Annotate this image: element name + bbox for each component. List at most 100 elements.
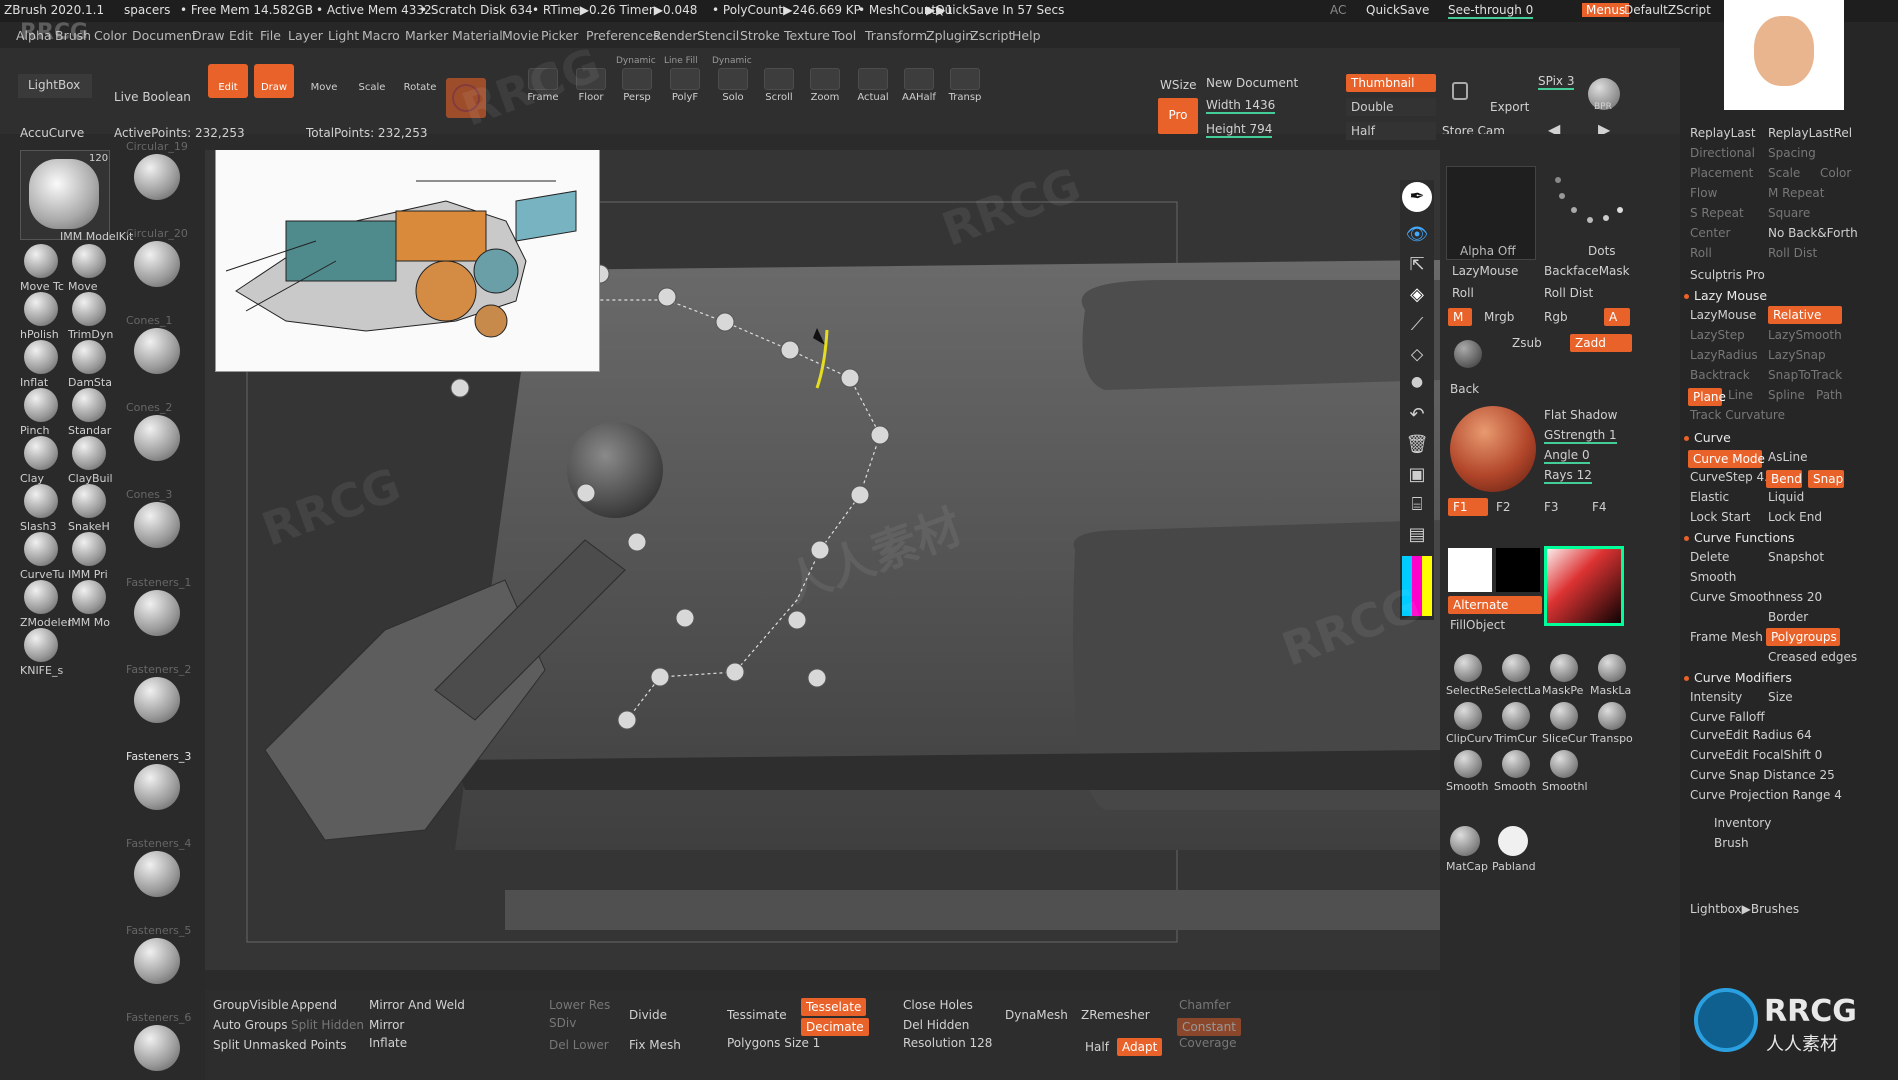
geometry-mirror-weld[interactable]: Mirror And Weld <box>369 998 465 1012</box>
stroke-line[interactable]: Line <box>1728 388 1753 402</box>
stroke-m-repeat[interactable]: M Repeat <box>1768 186 1824 200</box>
live-boolean-button[interactable]: Live Boolean <box>114 90 191 104</box>
brush-thumb-4[interactable] <box>72 292 106 326</box>
stroke-sculptris-pro[interactable]: Sculptris Pro <box>1690 268 1765 282</box>
geometry-dynamesh[interactable]: DynaMesh <box>1005 1008 1068 1022</box>
stroke-placement[interactable]: Placement <box>1690 166 1753 180</box>
zadd-button[interactable]: Zadd <box>1570 334 1632 352</box>
brush-thumb-10[interactable] <box>72 436 106 470</box>
menu-macro[interactable]: Macro <box>362 28 400 43</box>
eraser-icon[interactable]: ◈ <box>1402 284 1432 310</box>
option-icon-0-0[interactable] <box>1454 654 1482 682</box>
pro-button[interactable]: Pro <box>1158 98 1198 134</box>
curve-point-17[interactable] <box>627 532 647 552</box>
stroke-lazymouse[interactable]: LazyMouse <box>1690 308 1756 322</box>
matcap-icon[interactable] <box>1450 826 1480 856</box>
color-picker[interactable] <box>1544 546 1624 626</box>
geometry-split-hidden[interactable]: Split Hidden <box>291 1018 364 1032</box>
curve-point-6[interactable] <box>840 368 860 388</box>
geometry-sdiv[interactable]: SDiv <box>549 1016 576 1030</box>
option-icon-0-2[interactable] <box>1550 654 1578 682</box>
geometry-half[interactable]: Half <box>1085 1040 1109 1054</box>
stroke-intensity[interactable]: Intensity <box>1690 690 1742 704</box>
menu-texture[interactable]: Texture <box>784 28 830 43</box>
see-through-slider[interactable]: See-through 0 <box>1448 3 1534 19</box>
stroke-bend[interactable]: Bend <box>1766 470 1802 488</box>
geometry-tessimate[interactable]: Tessimate <box>727 1008 787 1022</box>
menu-render[interactable]: Render <box>653 28 698 43</box>
pen-tip-icon[interactable]: ✒ <box>1402 182 1432 212</box>
stroke-square[interactable]: Square <box>1768 206 1810 220</box>
insert-mesh-thumb-9[interactable] <box>134 850 180 897</box>
geometry-zremesher[interactable]: ZRemesher <box>1081 1008 1150 1022</box>
option-icon-1-1[interactable] <box>1502 702 1530 730</box>
brush-thumb-8[interactable] <box>72 388 106 422</box>
option-icon-2-0[interactable] <box>1454 750 1482 778</box>
stroke-lazysnap[interactable]: LazySnap <box>1768 348 1826 362</box>
tool-edit-button[interactable]: Edit <box>208 64 248 98</box>
stroke-backtrack[interactable]: Backtrack <box>1690 368 1750 382</box>
fillobject-button[interactable]: FillObject <box>1450 618 1505 632</box>
stroke-lazystep[interactable]: LazyStep <box>1690 328 1745 342</box>
stroke-lazyradius[interactable]: LazyRadius <box>1690 348 1758 362</box>
menu-preferences[interactable]: Preferences <box>586 28 660 43</box>
insert-mesh-thumb-1[interactable] <box>134 154 180 200</box>
insert-mesh-thumb-2[interactable] <box>134 241 180 288</box>
stroke-curve-snap-distance[interactable]: Curve Snap Distance 25 <box>1690 768 1835 782</box>
brush-thumb-11[interactable] <box>24 484 58 518</box>
height-slider[interactable]: Height 794 <box>1206 122 1273 138</box>
brush-thumb-17[interactable] <box>24 628 58 662</box>
stroke-plane[interactable]: Plane <box>1688 388 1726 406</box>
insert-mesh-thumb-6[interactable] <box>134 589 180 636</box>
geometry-append[interactable]: Append <box>291 998 337 1012</box>
curve-point-5[interactable] <box>780 340 800 360</box>
material-sphere-icon[interactable] <box>1450 406 1536 492</box>
rgb-button[interactable]: Rgb <box>1544 310 1568 324</box>
brush-thumb-6[interactable] <box>72 340 106 374</box>
insert-mesh-thumb-3[interactable] <box>134 328 180 375</box>
geometry-split-unmasked[interactable]: Split Unmasked Points <box>213 1038 347 1052</box>
tag-icon[interactable]: ⬦ <box>1402 344 1432 370</box>
stroke-lock-end[interactable]: Lock End <box>1768 510 1822 524</box>
stroke-replaylastrel[interactable]: ReplayLastRel <box>1768 126 1852 140</box>
menu-help[interactable]: Help <box>1012 28 1041 43</box>
a-button[interactable]: A <box>1604 308 1630 326</box>
stroke-s-repeat[interactable]: S Repeat <box>1690 206 1744 220</box>
menu-document[interactable]: Document <box>132 28 197 43</box>
stroke-polygroups[interactable]: Polygroups <box>1766 628 1840 646</box>
geometry-coverage[interactable]: Coverage <box>1179 1036 1237 1050</box>
double-button[interactable]: Double <box>1346 98 1436 116</box>
width-slider[interactable]: Width 1436 <box>1206 98 1276 114</box>
stroke-smooth[interactable]: Smooth <box>1690 570 1736 584</box>
curve-point-3[interactable] <box>657 287 677 307</box>
geometry-chamfer[interactable]: Chamfer <box>1179 998 1231 1012</box>
curve-point-8[interactable] <box>850 485 870 505</box>
f3-button[interactable]: F3 <box>1544 500 1559 514</box>
stroke-size[interactable]: Size <box>1768 690 1793 704</box>
alternate-button[interactable]: Alternate <box>1448 596 1542 614</box>
flat-shadow-toggle[interactable]: Flat Shadow <box>1544 408 1617 422</box>
stroke-curve-smoothness[interactable]: Curve Smoothness 20 <box>1690 590 1822 604</box>
curve-point-19[interactable] <box>807 668 827 688</box>
brush-thumb-5[interactable] <box>24 340 58 374</box>
brush-thumb-9[interactable] <box>24 436 58 470</box>
geometry-inflate[interactable]: Inflate <box>369 1036 407 1050</box>
stroke-replaylast[interactable]: ReplayLast <box>1690 126 1756 140</box>
geometry-divide[interactable]: Divide <box>629 1008 667 1022</box>
gstrength-slider[interactable]: GStrength 1 <box>1544 428 1617 444</box>
stroke-spline[interactable]: Spline <box>1768 388 1805 402</box>
option-icon-2-1[interactable] <box>1502 750 1530 778</box>
menu-picker[interactable]: Picker <box>541 28 578 43</box>
nav-persp-button[interactable]: Persp <box>616 68 658 103</box>
stroke-roll-dist[interactable]: Roll Dist <box>1768 246 1817 260</box>
menu-movie[interactable]: Movie <box>502 28 539 43</box>
curve-point-4[interactable] <box>715 312 735 332</box>
stroke-color[interactable]: Color <box>1820 166 1851 180</box>
lock-icon[interactable] <box>1452 82 1468 100</box>
tool-move-button[interactable]: Move <box>304 64 344 98</box>
insert-mesh-thumb-8[interactable] <box>134 763 180 810</box>
curve-point-16[interactable] <box>576 483 596 503</box>
tool-rotate-button[interactable]: Rotate <box>400 64 440 98</box>
thumbnail-button[interactable]: Thumbnail <box>1346 74 1436 92</box>
geometry-adapt[interactable]: Adapt <box>1117 1038 1163 1056</box>
